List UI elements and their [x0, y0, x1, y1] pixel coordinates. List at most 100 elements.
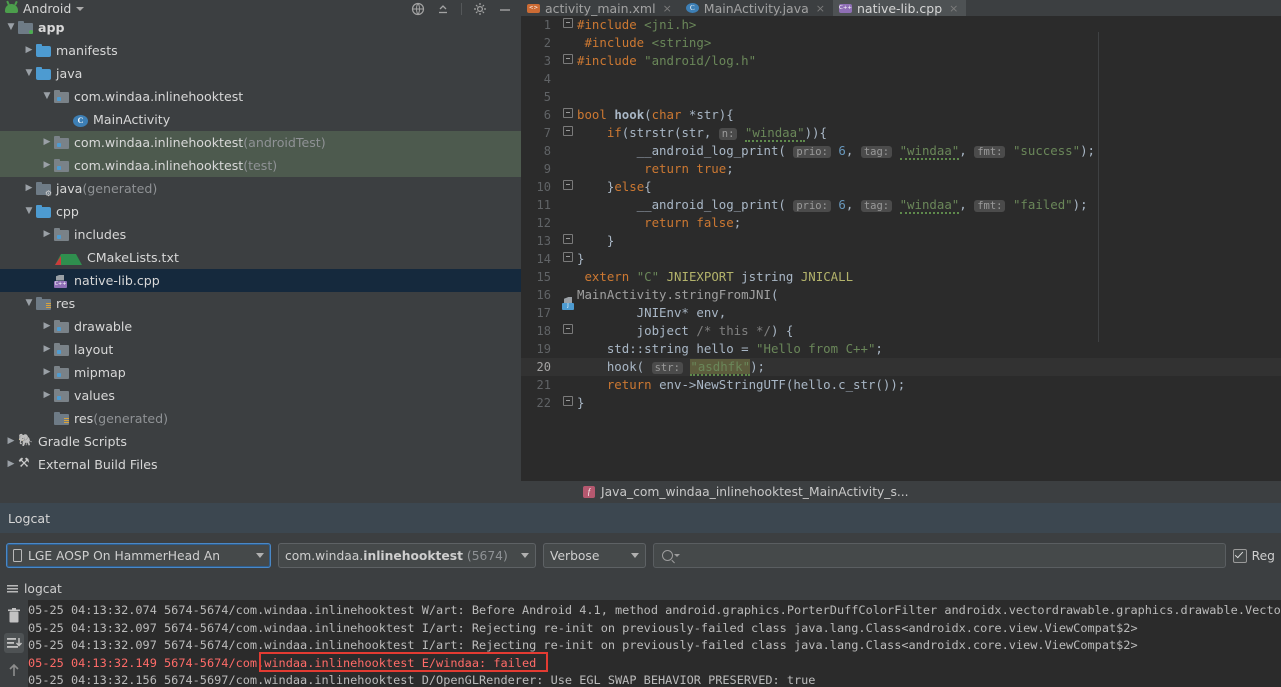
tree-item-com-windaa-inlinehooktest[interactable]: ▶ com.windaa.inlinehooktest (androidTest)	[0, 131, 521, 154]
code-line[interactable]: 11 __android_log_print( prio: 6, tag: "w…	[521, 196, 1281, 214]
tree-item-cpp[interactable]: ▼ cpp	[0, 200, 521, 223]
code-line[interactable]: 20 hook( str: "asdhfk");	[521, 358, 1281, 376]
menu-icon[interactable]	[7, 584, 18, 594]
tree-item-layout[interactable]: ▶ layout	[0, 338, 521, 361]
tree-item-values[interactable]: ▶ values	[0, 384, 521, 407]
project-tree-panel[interactable]: ▼ app ▶ manifests ▼ java ▼ com.windaa.inlinehoo…	[0, 16, 521, 483]
chevron-right-icon[interactable]: ▶	[40, 138, 54, 147]
tree-item-com-windaa-inlinehooktest[interactable]: ▼ com.windaa.inlinehooktest	[0, 85, 521, 108]
chevron-down-icon[interactable]: ▼	[22, 299, 36, 308]
breadcrumb[interactable]: f Java_com_windaa_inlinehooktest_MainAct…	[521, 481, 1281, 502]
chevron-right-icon[interactable]: ▶	[40, 368, 54, 377]
checkbox-checked-icon[interactable]	[1232, 548, 1247, 563]
code-line[interactable]: 4	[521, 70, 1281, 88]
chevron-right-icon[interactable]: ▶	[40, 161, 54, 170]
tree-item-drawable[interactable]: ▶ drawable	[0, 315, 521, 338]
fold-gutter[interactable]	[559, 178, 577, 196]
tree-item-external-build-files[interactable]: ▶ External Build Files	[0, 453, 521, 476]
logcat-tab-bar[interactable]: logcat	[0, 578, 1281, 600]
settings-icon[interactable]	[473, 2, 487, 16]
tree-item-java[interactable]: ▶ java (generated)	[0, 177, 521, 200]
process-selector[interactable]: com.windaa.inlinehooktest (5674)	[278, 543, 536, 568]
fold-gutter[interactable]	[559, 52, 577, 70]
code-line[interactable]: 3 #include "android/log.h"	[521, 52, 1281, 70]
fold-icon[interactable]	[563, 324, 573, 334]
logcat-line[interactable]: 05-25 04:13:32.097 5674-5674/com.windaa.…	[28, 620, 1281, 638]
fold-icon[interactable]	[563, 396, 573, 406]
code-line[interactable]: 6 bool hook(char *str){	[521, 106, 1281, 124]
code-line[interactable]: 1 #include <jni.h>	[521, 16, 1281, 34]
close-icon[interactable]: ×	[816, 2, 825, 15]
log-level-selector[interactable]: Verbose	[543, 543, 646, 568]
code-editor[interactable]: 1 #include <jni.h> 2 #include <string> 3 #in…	[521, 16, 1281, 483]
chevron-down-icon[interactable]: ▼	[22, 207, 36, 216]
chevron-right-icon[interactable]: ▶	[4, 437, 18, 446]
code-line[interactable]: 7 if(strstr(str, n: "windaa")){	[521, 124, 1281, 142]
chevron-right-icon[interactable]: ▶	[40, 391, 54, 400]
chevron-right-icon[interactable]: ▶	[40, 322, 54, 331]
logcat-lines[interactable]: 05-25 04:13:32.074 5674-5674/com.windaa.…	[28, 600, 1281, 687]
collapse-all-icon[interactable]	[436, 2, 450, 16]
hide-icon[interactable]	[498, 2, 512, 16]
code-line[interactable]: 22}	[521, 394, 1281, 412]
editor-tab-mainactivity-java[interactable]: C MainActivity.java ×	[680, 0, 833, 16]
fold-icon[interactable]	[563, 252, 573, 262]
code-line[interactable]: 5	[521, 88, 1281, 106]
chevron-right-icon[interactable]: ▶	[40, 230, 54, 239]
clear-logcat-button[interactable]	[4, 606, 24, 626]
code-line[interactable]: 17 JNIEnv* env,	[521, 304, 1281, 322]
tree-item-native-lib-cpp[interactable]: native-lib.cpp	[0, 269, 521, 292]
tree-item-mainactivity[interactable]: C MainActivity	[0, 108, 521, 131]
project-view-selector[interactable]: Android	[5, 1, 85, 16]
fold-icon[interactable]	[563, 108, 573, 118]
scroll-to-end-button[interactable]	[4, 633, 24, 653]
code-line[interactable]: 10 }else{	[521, 178, 1281, 196]
tree-item-java[interactable]: ▼ java	[0, 62, 521, 85]
fold-gutter[interactable]	[559, 250, 577, 268]
logcat-line[interactable]: 05-25 04:13:32.074 5674-5674/com.windaa.…	[28, 602, 1281, 620]
tree-item-com-windaa-inlinehooktest[interactable]: ▶ com.windaa.inlinehooktest (test)	[0, 154, 521, 177]
fold-icon[interactable]	[563, 180, 573, 190]
logcat-line[interactable]: 05-25 04:13:32.156 5674-5697/com.windaa.…	[28, 672, 1281, 687]
chevron-down-icon[interactable]: ▼	[22, 69, 36, 78]
editor-tab-activity-main-xml[interactable]: <> activity_main.xml ×	[521, 0, 680, 16]
regex-checkbox[interactable]: Reg	[1232, 548, 1275, 563]
tree-item-cmakelists-txt[interactable]: CMakeLists.txt	[0, 246, 521, 269]
globe-icon[interactable]	[411, 2, 425, 16]
fold-gutter[interactable]	[559, 232, 577, 250]
tree-item-mipmap[interactable]: ▶ mipmap	[0, 361, 521, 384]
code-line[interactable]: 15 extern "C" JNIEXPORT jstring JNICALL	[521, 268, 1281, 286]
logcat-line[interactable]: 05-25 04:13:32.149 5674-5674/com.windaa.…	[28, 655, 1281, 673]
code-line[interactable]: 19 std::string hello = "Hello from C++";	[521, 340, 1281, 358]
chevron-right-icon[interactable]: ▶	[4, 460, 18, 469]
code-line[interactable]: 18 jobject /* this */) {	[521, 322, 1281, 340]
chevron-down-icon[interactable]: ▼	[4, 23, 18, 32]
tree-item-includes[interactable]: ▶ includes	[0, 223, 521, 246]
fold-icon[interactable]	[563, 234, 573, 244]
close-icon[interactable]: ×	[663, 2, 672, 15]
chevron-right-icon[interactable]: ▶	[40, 345, 54, 354]
tree-item-app[interactable]: ▼ app	[0, 16, 521, 39]
fold-icon[interactable]	[563, 18, 573, 28]
fold-icon[interactable]	[563, 126, 573, 136]
fold-gutter[interactable]	[559, 16, 577, 34]
chevron-down-icon[interactable]: ▼	[40, 92, 54, 101]
close-icon[interactable]: ×	[949, 2, 958, 15]
tree-item-res[interactable]: ▼ res	[0, 292, 521, 315]
fold-gutter[interactable]	[559, 106, 577, 124]
scroll-up-button[interactable]	[4, 660, 24, 680]
fold-gutter[interactable]	[559, 124, 577, 142]
code-line[interactable]: 14}	[521, 250, 1281, 268]
code-line[interactable]: 9 return true;	[521, 160, 1281, 178]
device-selector[interactable]: LGE AOSP On HammerHead An	[6, 543, 271, 568]
tree-item-res[interactable]: res (generated)	[0, 407, 521, 430]
code-line[interactable]: 12 return false;	[521, 214, 1281, 232]
tree-item-gradle-scripts[interactable]: ▶ Gradle Scripts	[0, 430, 521, 453]
code-line[interactable]: 8 __android_log_print( prio: 6, tag: "wi…	[521, 142, 1281, 160]
logcat-search-box[interactable]	[653, 543, 1226, 568]
fold-icon[interactable]	[563, 54, 573, 64]
code-line[interactable]: 2 #include <string>	[521, 34, 1281, 52]
code-line[interactable]: 16 J MainActivity.stringFromJNI(	[521, 286, 1281, 310]
code-line[interactable]: 13 }	[521, 232, 1281, 250]
fold-gutter[interactable]	[559, 394, 577, 412]
